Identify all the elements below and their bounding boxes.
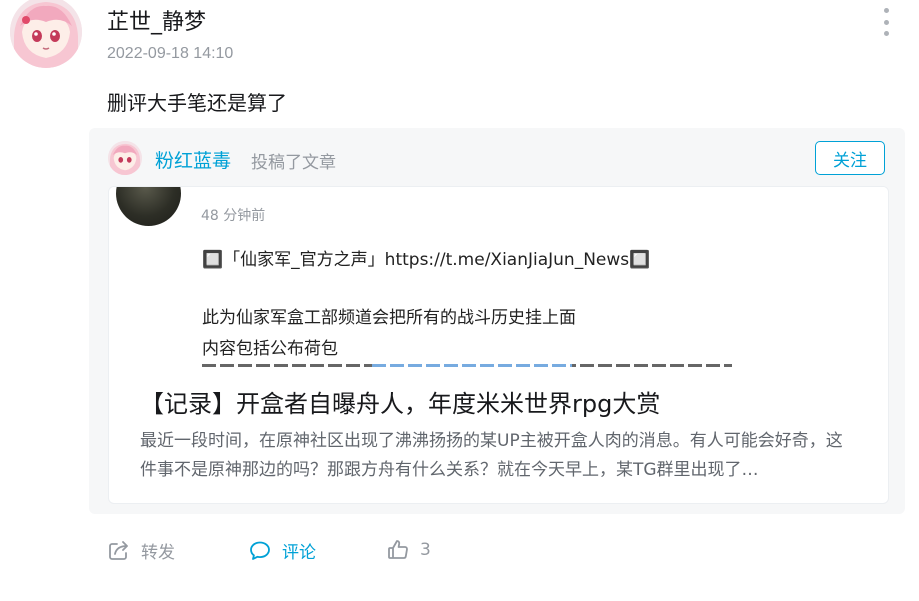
more-vertical-icon[interactable]: [876, 8, 896, 36]
comment-icon: [250, 541, 270, 560]
preview-avatar: [116, 187, 181, 226]
follow-button[interactable]: 关注: [815, 141, 885, 175]
share-button[interactable]: 转发: [107, 538, 175, 563]
shared-action-text: 投稿了文章: [251, 153, 336, 173]
post-actions: 转发 评论 3: [107, 538, 507, 566]
shared-card-header: 粉红蓝毒 投稿了文章 关注: [108, 141, 888, 177]
share-label: 转发: [141, 543, 175, 563]
thumbs-up-icon: [388, 540, 408, 559]
like-count: 3: [420, 540, 431, 560]
post-text: 删评大手笔还是算了: [107, 91, 287, 115]
avatar-image: [10, 0, 82, 68]
like-button[interactable]: 3: [386, 538, 431, 562]
username[interactable]: 芷世_静梦: [107, 4, 206, 36]
share-icon: [109, 540, 128, 560]
comment-label: 评论: [282, 543, 316, 563]
post-timestamp: 2022-09-18 14:10: [107, 45, 234, 62]
user-avatar[interactable]: [10, 0, 82, 68]
shared-author-name[interactable]: 粉红蓝毒: [155, 146, 231, 173]
shared-author-avatar[interactable]: [108, 141, 142, 175]
article-description: 最近一段时间，在原神社区出现了沸沸扬扬的某UP主被开盒人肉的消息。有人可能会好奇…: [140, 431, 843, 480]
preview-line: 🔲「仙家军_官方之声」https://t.me/XianJiaJun_News🔲: [202, 250, 651, 270]
comment-button[interactable]: 评论: [248, 538, 316, 563]
preview-cut-line: [202, 364, 732, 367]
preview-line: 此为仙家军盒工部频道会把所有的战斗历史挂上面: [202, 308, 576, 328]
article-cover-image: 48 分钟前 🔲「仙家军_官方之声」https://t.me/XianJiaJu…: [109, 187, 888, 367]
preview-time: 48 分钟前: [201, 208, 266, 224]
avatar-image: [108, 141, 142, 175]
preview-line: 内容包括公布荷包: [202, 339, 338, 359]
shared-article-card: 粉红蓝毒 投稿了文章 关注 48 分钟前 🔲「仙家军_官方之声」https://…: [89, 128, 905, 514]
article-preview-card[interactable]: 48 分钟前 🔲「仙家军_官方之声」https://t.me/XianJiaJu…: [108, 186, 889, 504]
article-title[interactable]: 【记录】开盒者自曝舟人，年度米米世界rpg大赏: [140, 384, 660, 419]
